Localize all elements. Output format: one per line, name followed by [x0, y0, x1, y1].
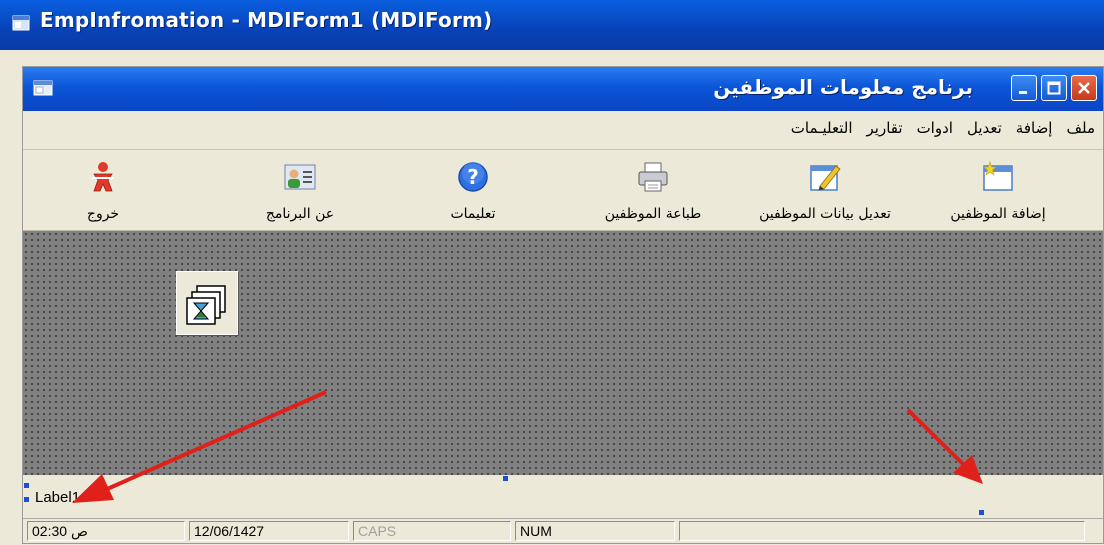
arrow-to-label1	[72, 390, 327, 503]
arrow-to-handle	[906, 408, 983, 484]
annotation-arrows	[72, 390, 983, 503]
